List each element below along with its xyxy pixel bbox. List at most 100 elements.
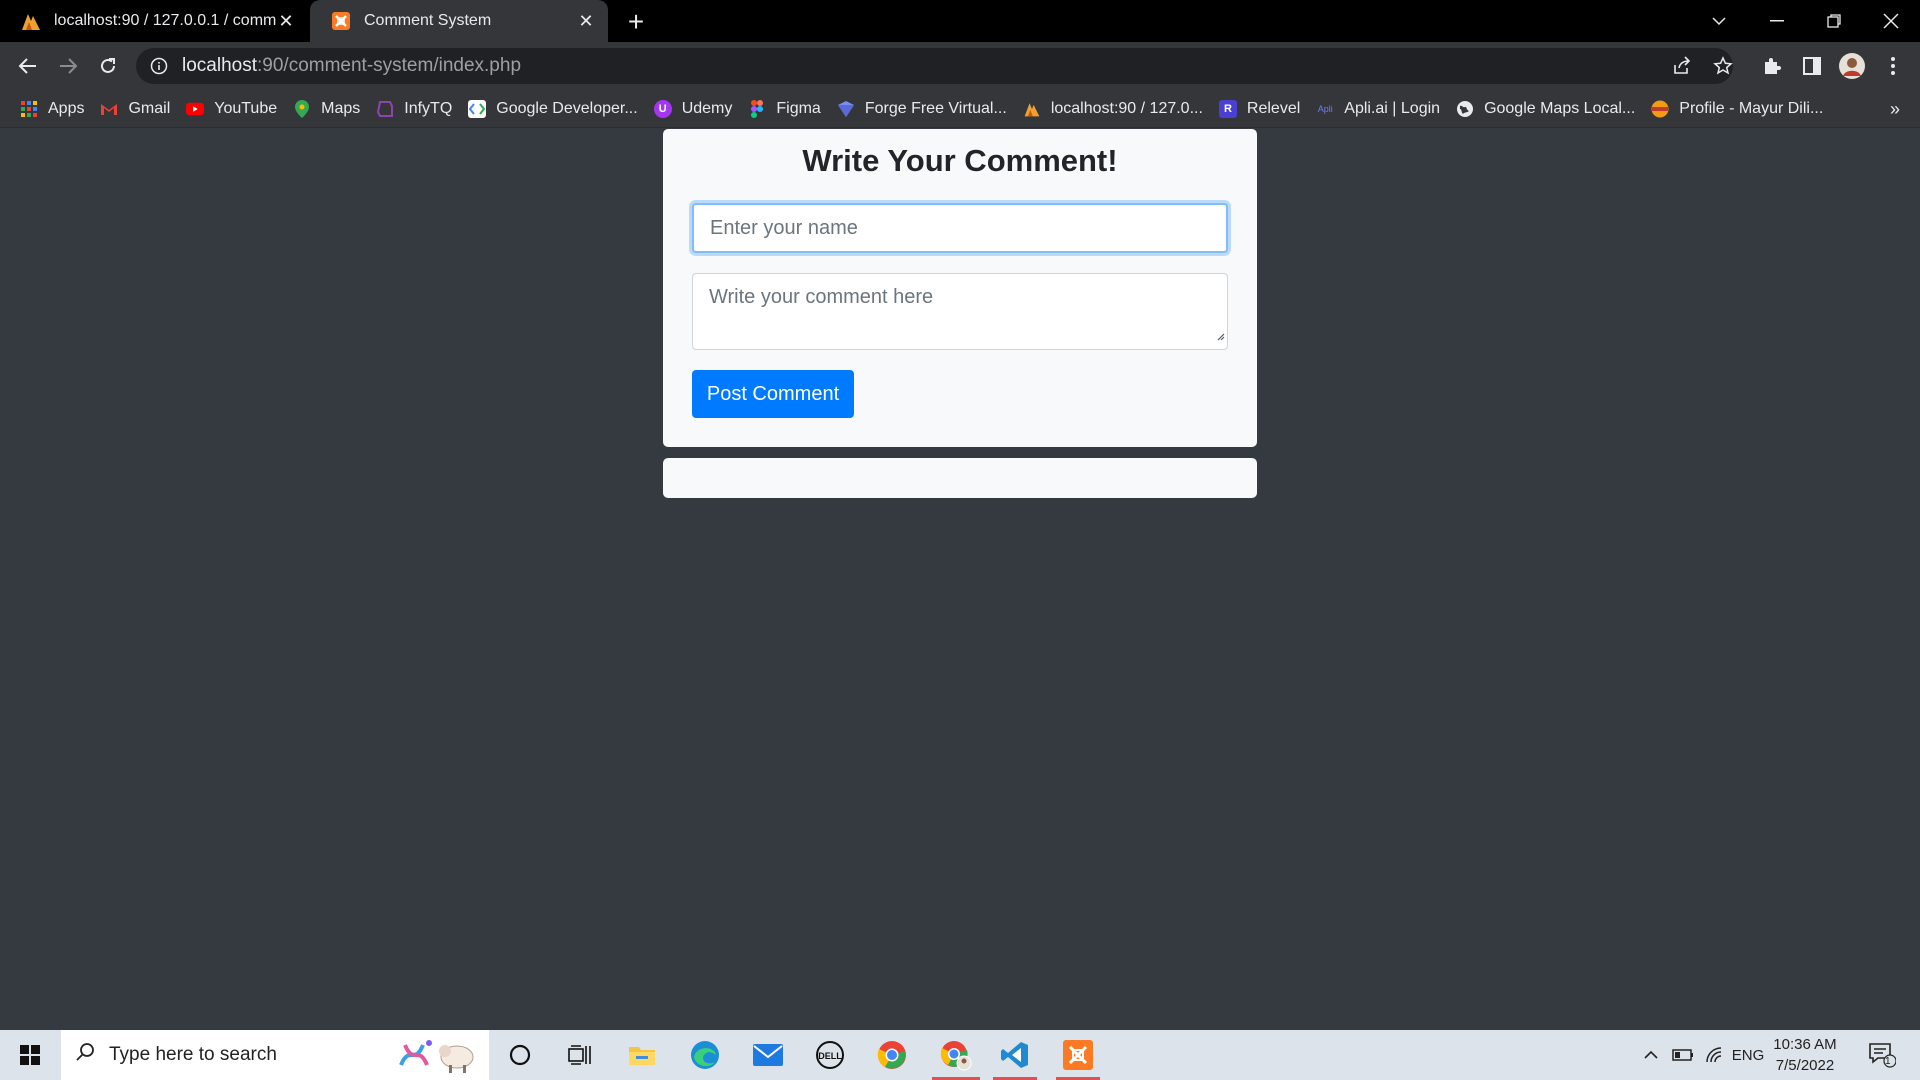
- apps-grid-icon: [20, 100, 38, 118]
- bookmark-label: Google Developer...: [496, 99, 638, 117]
- url-host: localhost: [182, 55, 257, 76]
- bookmark-label: YouTube: [214, 99, 278, 117]
- bookmark-localhost[interactable]: localhost:90 / 127.0...: [1021, 94, 1213, 124]
- extensions-puzzle-icon[interactable]: [1756, 50, 1788, 82]
- bookmark-label: Apli.ai | Login: [1344, 99, 1441, 117]
- bookmark-google-maps-local[interactable]: Google Maps Local...: [1454, 94, 1645, 124]
- phpmyadmin-icon: [20, 10, 42, 32]
- site-info-icon[interactable]: [150, 57, 168, 75]
- bookmark-label: Google Maps Local...: [1484, 99, 1636, 117]
- relevel-icon: R: [1218, 99, 1237, 118]
- comment-textarea[interactable]: Write your comment here: [692, 273, 1228, 350]
- comment-placeholder: Write your comment here: [709, 286, 934, 308]
- close-window-icon[interactable]: [1862, 0, 1920, 42]
- bookmark-google-developers[interactable]: Google Developer...: [466, 94, 647, 124]
- gmail-icon: [100, 100, 118, 118]
- profile-avatar[interactable]: [1836, 50, 1868, 82]
- bookmark-apli[interactable]: Apli Apli.ai | Login: [1314, 94, 1450, 124]
- task-view-icon[interactable]: [552, 1030, 608, 1080]
- bookmark-label: Apps: [48, 99, 85, 117]
- taskbar-search-input[interactable]: Type here to search: [61, 1030, 489, 1080]
- mail-icon[interactable]: [740, 1030, 796, 1080]
- browser-tab-strip: localhost:90 / 127.0.0.1 / comment ✕ Com…: [0, 0, 1920, 42]
- xampp-icon[interactable]: [1050, 1030, 1106, 1080]
- new-tab-button[interactable]: +: [620, 6, 652, 38]
- figma-icon: [748, 99, 766, 118]
- bookmark-label: Maps: [321, 99, 361, 117]
- bookmarks-bar: Apps Gmail YouTube Maps InfyTQ Google De…: [0, 90, 1920, 128]
- bookmark-relevel[interactable]: R Relevel: [1217, 94, 1310, 124]
- bookmark-label: Gmail: [128, 99, 171, 117]
- bookmark-youtube[interactable]: YouTube: [184, 94, 287, 124]
- bookmark-star-icon[interactable]: [1705, 48, 1741, 84]
- file-explorer-icon[interactable]: [614, 1030, 670, 1080]
- bookmark-label: localhost:90 / 127.0...: [1050, 99, 1203, 117]
- bookmark-label: Forge Free Virtual...: [864, 99, 1007, 117]
- chrome-menu-icon[interactable]: [1877, 50, 1909, 82]
- chrome-profile-app-icon[interactable]: [926, 1030, 986, 1080]
- side-panel-icon[interactable]: [1796, 50, 1828, 82]
- back-arrow-icon[interactable]: [12, 50, 44, 82]
- infytq-icon: [376, 100, 394, 118]
- youtube-icon: [186, 100, 205, 118]
- tab-title: localhost:90 / 127.0.0.1 / comment: [54, 12, 276, 29]
- bookmark-figma[interactable]: Figma: [746, 94, 830, 124]
- tab-phpmyadmin[interactable]: localhost:90 / 127.0.0.1 / comment ✕: [0, 0, 308, 42]
- maps-pin-icon: [293, 99, 311, 118]
- show-hidden-icons-chevron-icon[interactable]: [1636, 1030, 1666, 1080]
- windows-start-icon[interactable]: [0, 1030, 60, 1080]
- bookmark-label: Udemy: [681, 99, 733, 117]
- search-icon: [75, 1042, 95, 1068]
- restore-window-icon[interactable]: [1805, 0, 1863, 42]
- reload-icon[interactable]: [92, 50, 124, 82]
- comment-form-card: Write Your Comment! Enter your name Writ…: [663, 129, 1257, 447]
- bookmark-infytq[interactable]: InfyTQ: [374, 94, 462, 124]
- bookmark-profile[interactable]: Profile - Mayur Dili...: [1649, 94, 1833, 124]
- bookmark-udemy[interactable]: U Udemy: [652, 94, 743, 124]
- close-tab-icon[interactable]: ✕: [576, 11, 596, 31]
- bookmark-label: Figma: [776, 99, 821, 117]
- profile-icon: [1651, 100, 1669, 118]
- tab-title: Comment System: [364, 12, 492, 29]
- edge-browser-icon[interactable]: [677, 1030, 733, 1080]
- bookmark-gmail[interactable]: Gmail: [98, 94, 180, 124]
- forward-arrow-icon[interactable]: [52, 50, 84, 82]
- minimize-window-icon[interactable]: [1748, 0, 1806, 42]
- address-bar[interactable]: localhost:90/comment-system/index.php: [136, 48, 1733, 84]
- browser-toolbar: localhost:90/comment-system/index.php: [0, 42, 1920, 90]
- notification-center-icon[interactable]: 1: [1862, 1030, 1902, 1080]
- clock-date: 7/5/2022: [1775, 1057, 1835, 1074]
- bookmark-forge[interactable]: Forge Free Virtual...: [835, 94, 1017, 124]
- bookmark-label: InfyTQ: [404, 99, 453, 117]
- more-bookmarks-chevron-icon[interactable]: »: [1890, 90, 1900, 128]
- post-comment-button[interactable]: Post Comment: [692, 370, 854, 418]
- xampp-icon: [330, 10, 352, 32]
- clock-time: 10:36 AM: [1773, 1036, 1837, 1053]
- windows-taskbar: Type here to search DELL ENG 10:36 AM 7/…: [0, 1030, 1920, 1080]
- wifi-icon[interactable]: [1700, 1030, 1730, 1080]
- udemy-icon: U: [653, 99, 672, 118]
- apli-icon: Apli: [1317, 103, 1333, 114]
- url-path: :90/comment-system/index.php: [257, 55, 522, 76]
- name-input[interactable]: Enter your name: [692, 203, 1228, 253]
- forge-icon: [837, 100, 855, 118]
- vscode-icon[interactable]: [987, 1030, 1043, 1080]
- bookmark-maps[interactable]: Maps: [291, 94, 370, 124]
- system-clock[interactable]: 10:36 AM 7/5/2022: [1760, 1034, 1850, 1076]
- cortana-icon[interactable]: [492, 1030, 548, 1080]
- chrome-icon[interactable]: [864, 1030, 920, 1080]
- comments-list-card: [663, 458, 1257, 498]
- bookmark-label: Relevel: [1246, 99, 1301, 117]
- dell-icon[interactable]: DELL: [802, 1030, 858, 1080]
- battery-icon[interactable]: [1668, 1030, 1698, 1080]
- bookmark-apps[interactable]: Apps: [18, 94, 94, 124]
- tab-search-chevron-icon[interactable]: [1690, 0, 1748, 42]
- search-highlight-icon: [395, 1035, 481, 1075]
- share-icon[interactable]: [1664, 48, 1700, 84]
- svg-text:DELL: DELL: [818, 1051, 842, 1061]
- resize-grip-icon[interactable]: [1215, 324, 1225, 347]
- close-tab-icon[interactable]: ✕: [276, 11, 296, 31]
- tab-comment-system[interactable]: Comment System ✕: [310, 0, 608, 42]
- notification-count-badge: 1: [1885, 1056, 1891, 1067]
- google-developers-icon: [468, 99, 487, 118]
